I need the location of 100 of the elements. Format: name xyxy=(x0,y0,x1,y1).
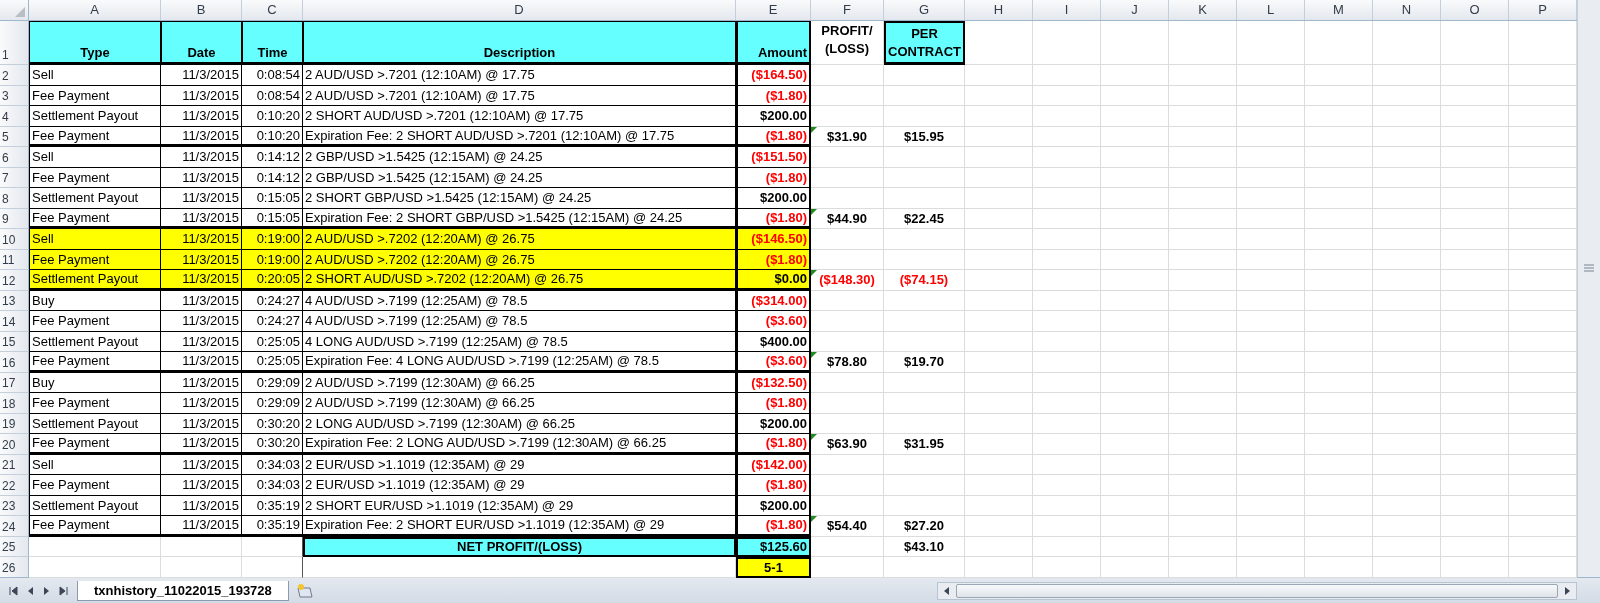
table-cell: 0:34:03 xyxy=(242,475,303,496)
corner-triangle-icon[interactable] xyxy=(14,6,26,18)
net-profit-label: NET PROFIT/(LOSS) xyxy=(303,536,736,557)
table-cell: 0:15:05 xyxy=(242,188,303,209)
table-cell: 11/3/2015 xyxy=(161,495,242,516)
row-header[interactable]: 12 xyxy=(0,270,29,291)
sheet-tab[interactable]: txnhistory_11022015_193728 xyxy=(77,580,289,601)
table-cell: Settlement Payout xyxy=(29,495,161,516)
table-cell: Settlement Payout xyxy=(29,106,161,127)
table-cell: 0:35:19 xyxy=(242,495,303,516)
table-cell: 0:10:20 xyxy=(242,126,303,147)
scrollbar-thumb[interactable] xyxy=(956,583,1558,598)
split-handle-icon[interactable] xyxy=(1584,264,1594,272)
table-cell: 11/3/2015 xyxy=(161,249,242,270)
row-header[interactable]: 18 xyxy=(0,393,29,414)
row-header[interactable]: 21 xyxy=(0,454,29,475)
table-cell: Fee Payment xyxy=(29,311,161,332)
row-header[interactable]: 8 xyxy=(0,188,29,209)
column-header[interactable]: H xyxy=(965,0,1033,20)
table-cell: Sell xyxy=(29,454,161,475)
row-header[interactable]: 3 xyxy=(0,85,29,106)
comment-indicator-icon xyxy=(811,434,817,440)
table-cell: $200.00 xyxy=(736,188,811,209)
column-header[interactable]: K xyxy=(1169,0,1237,20)
table-cell: 0:25:05 xyxy=(242,331,303,352)
table-cell: 0:24:27 xyxy=(242,290,303,311)
table-cell: ($1.80) xyxy=(736,249,811,270)
row-header[interactable]: 14 xyxy=(0,311,29,332)
column-header[interactable]: O xyxy=(1441,0,1509,20)
column-header[interactable]: L xyxy=(1237,0,1305,20)
column-header[interactable]: E xyxy=(736,0,811,20)
row-header[interactable]: 25 xyxy=(0,536,29,557)
row-header[interactable]: 26 xyxy=(0,557,29,578)
table-cell: $43.10 xyxy=(884,536,965,557)
table-cell: 11/3/2015 xyxy=(161,290,242,311)
table-cell: ($1.80) xyxy=(736,475,811,496)
scroll-left-icon[interactable] xyxy=(942,585,952,596)
row-header[interactable]: 9 xyxy=(0,208,29,229)
column-header[interactable]: B xyxy=(161,0,242,20)
table-cell: 11/3/2015 xyxy=(161,475,242,496)
table-cell: 2 AUD/USD >.7201 (12:10AM) @ 17.75 xyxy=(303,85,736,106)
table-cell: 0:08:54 xyxy=(242,85,303,106)
column-header[interactable]: A xyxy=(29,0,161,20)
row-header[interactable]: 6 xyxy=(0,147,29,168)
row-header[interactable]: 15 xyxy=(0,331,29,352)
table-cell: Fee Payment xyxy=(29,85,161,106)
header-cell: Type xyxy=(29,21,161,65)
column-header[interactable]: J xyxy=(1101,0,1169,20)
column-header[interactable]: I xyxy=(1033,0,1101,20)
row-header[interactable]: 17 xyxy=(0,372,29,393)
table-cell: ($146.50) xyxy=(736,229,811,250)
scroll-right-icon[interactable] xyxy=(1562,585,1572,596)
row-header[interactable]: 1 xyxy=(0,21,29,65)
vertical-scrollbar[interactable] xyxy=(1577,0,1600,577)
column-header[interactable]: C xyxy=(242,0,303,20)
ratio-cell: 5-1 xyxy=(736,557,811,578)
table-cell: ($151.50) xyxy=(736,147,811,168)
row-header[interactable]: 20 xyxy=(0,434,29,455)
table-cell: 11/3/2015 xyxy=(161,147,242,168)
table-cell: $400.00 xyxy=(736,331,811,352)
column-header[interactable]: D xyxy=(303,0,736,20)
horizontal-scrollbar[interactable] xyxy=(937,581,1577,600)
row-header[interactable]: 24 xyxy=(0,516,29,537)
table-cell: ($1.80) xyxy=(736,434,811,455)
row-header[interactable]: 4 xyxy=(0,106,29,127)
empty-cell[interactable] xyxy=(242,557,303,578)
row-header[interactable]: 23 xyxy=(0,495,29,516)
table-cell: Settlement Payout xyxy=(29,270,161,291)
table-cell: Fee Payment xyxy=(29,249,161,270)
row-header[interactable]: 2 xyxy=(0,65,29,86)
table-cell: $19.70 xyxy=(884,352,965,373)
header-cell: Description xyxy=(303,21,736,65)
table-cell: $44.90 xyxy=(811,208,884,229)
table-cell: 0:35:19 xyxy=(242,516,303,537)
row-header[interactable]: 10 xyxy=(0,229,29,250)
row-header[interactable]: 19 xyxy=(0,413,29,434)
table-cell: 11/3/2015 xyxy=(161,311,242,332)
last-sheet-icon[interactable] xyxy=(57,583,71,598)
table-cell: 11/3/2015 xyxy=(161,106,242,127)
table-cell: 2 GBP/USD >1.5425 (12:15AM) @ 24.25 xyxy=(303,167,736,188)
first-sheet-icon[interactable] xyxy=(6,583,20,598)
column-header[interactable]: N xyxy=(1373,0,1441,20)
column-header[interactable]: M xyxy=(1305,0,1373,20)
column-header[interactable]: G xyxy=(884,0,965,20)
table-cell: Sell xyxy=(29,229,161,250)
table-cell: 11/3/2015 xyxy=(161,413,242,434)
table-cell: 2 EUR/USD >1.1019 (12:35AM) @ 29 xyxy=(303,475,736,496)
table-cell: 11/3/2015 xyxy=(161,516,242,537)
header-cell: PER CONTRACT xyxy=(884,21,965,65)
row-header[interactable]: 13 xyxy=(0,290,29,311)
table-cell: 11/3/2015 xyxy=(161,65,242,86)
row-header[interactable]: 5 xyxy=(0,126,29,147)
row-header[interactable]: 7 xyxy=(0,167,29,188)
table-cell: $27.20 xyxy=(884,516,965,537)
column-header[interactable]: F xyxy=(811,0,884,20)
row-header[interactable]: 16 xyxy=(0,352,29,373)
row-header[interactable]: 11 xyxy=(0,249,29,270)
table-cell: Fee Payment xyxy=(29,475,161,496)
row-header[interactable]: 22 xyxy=(0,475,29,496)
insert-sheet-icon[interactable] xyxy=(294,582,315,599)
